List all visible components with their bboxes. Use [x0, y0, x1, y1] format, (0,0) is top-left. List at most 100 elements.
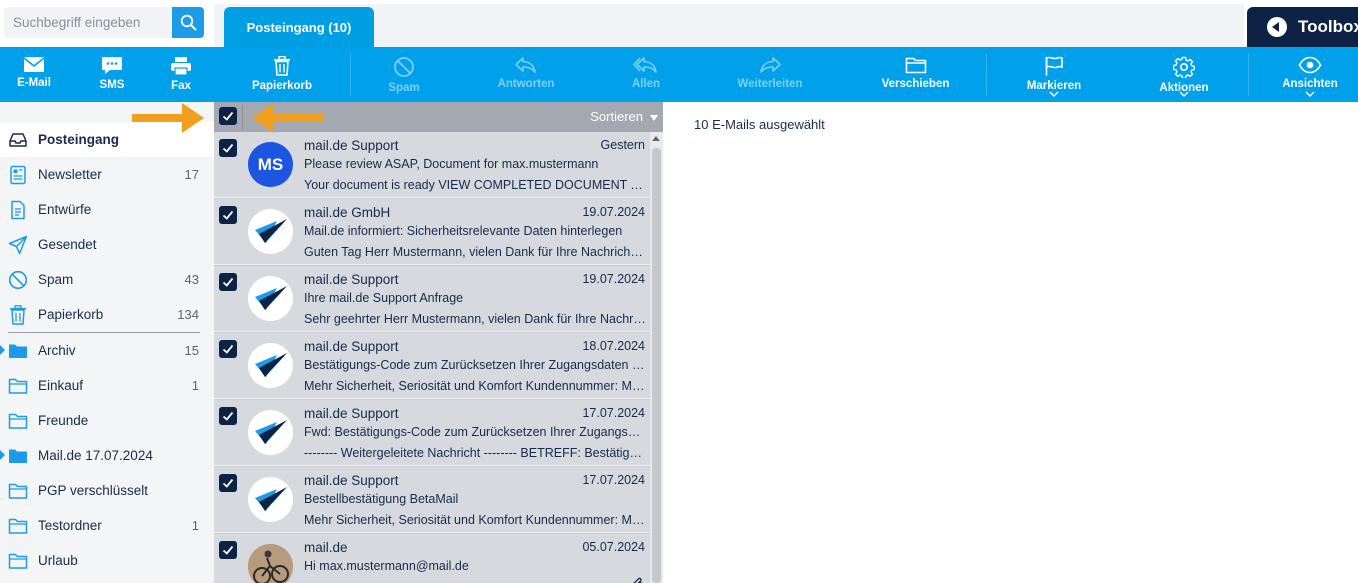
- reply-all-button[interactable]: Allen: [600, 47, 692, 102]
- scrollbar-thumb[interactable]: [652, 148, 661, 583]
- tab-inbox[interactable]: Posteingang (10): [224, 7, 374, 47]
- mail-preview: Sehr geehrter Herr Mustermann, vielen Da…: [304, 312, 646, 326]
- mail-checkbox[interactable]: [219, 474, 237, 492]
- mail-checkbox[interactable]: [219, 541, 237, 559]
- reply-all-icon: [633, 57, 657, 73]
- mail-checkbox[interactable]: [219, 139, 237, 157]
- checkmark-icon: [222, 143, 234, 153]
- toolbar-divider: [350, 53, 351, 96]
- select-all-checkbox[interactable]: [219, 107, 237, 125]
- sidebar-item-pgp[interactable]: PGP verschlüsselt: [0, 473, 214, 508]
- maildotde-logo-icon: [254, 285, 287, 310]
- mail-list: MS mail.de Support Gestern Please review…: [214, 132, 650, 583]
- draft-document-icon: [11, 200, 25, 220]
- folder-icon: [8, 413, 28, 429]
- new-email-button[interactable]: E-Mail: [0, 47, 68, 102]
- folder-sidebar: Posteingang Newsletter 17 Entwürfe Gesen…: [0, 102, 214, 583]
- mail-sender: mail.de GmbH: [304, 205, 391, 220]
- avatar: [248, 209, 293, 254]
- sidebar-item-count: 43: [184, 272, 199, 287]
- sidebar-item-count: 15: [184, 343, 199, 358]
- sidebar-item-count: 1: [191, 378, 199, 393]
- folder-icon: [905, 57, 926, 74]
- sidebar-item-entwuerfe[interactable]: Entwürfe: [0, 192, 214, 227]
- sidebar-item-freunde[interactable]: Freunde: [0, 403, 214, 438]
- spam-button[interactable]: Spam: [360, 47, 448, 102]
- forward-icon: [760, 57, 781, 73]
- mail-row[interactable]: mail.de Support 18.07.2024 Bestätigungs-…: [214, 333, 650, 399]
- reply-button[interactable]: Antworten: [475, 47, 577, 102]
- sidebar-item-archiv[interactable]: Archiv 15: [0, 333, 214, 368]
- folder-filled-icon: [9, 344, 27, 358]
- mail-sender: mail.de Support: [304, 473, 399, 488]
- printer-icon: [171, 57, 191, 76]
- sidebar-item-label: Papierkorb: [38, 307, 104, 322]
- forward-button[interactable]: Weiterleiten: [715, 47, 825, 102]
- search-button[interactable]: [172, 7, 204, 38]
- sidebar-item-newsletter[interactable]: Newsletter 17: [0, 157, 214, 192]
- mail-sender: mail.de Support: [304, 406, 399, 421]
- maildotde-logo-icon: [254, 419, 287, 444]
- sidebar-item-label: Freunde: [38, 413, 89, 428]
- checkmark-icon: [222, 344, 234, 354]
- paperclip-icon: [633, 577, 642, 583]
- chevron-down-icon: [1305, 91, 1315, 97]
- sidebar-item-maildefolder[interactable]: Mail.de 17.07.2024: [0, 438, 214, 473]
- mail-preview: Guten Tag Herr Mustermann, vielen Dank f…: [304, 245, 646, 259]
- sort-dropdown[interactable]: Sortieren: [560, 109, 658, 124]
- toolbox-button[interactable]: Toolbox: [1247, 7, 1358, 47]
- mail-date: 19.07.2024: [582, 205, 645, 219]
- sidebar-item-urlaub[interactable]: Urlaub: [0, 543, 214, 578]
- mail-row[interactable]: mail.de Support 19.07.2024 Ihre mail.de …: [214, 266, 650, 332]
- fax-button[interactable]: Fax: [147, 47, 215, 102]
- mail-row[interactable]: mail.de GmbH 19.07.2024 Mail.de informie…: [214, 199, 650, 265]
- envelope-icon: [23, 57, 45, 72]
- mail-preview: -------- Weitergeleitete Nachricht -----…: [304, 446, 646, 460]
- move-button[interactable]: Verschieben: [858, 47, 973, 102]
- flag-icon: [1045, 56, 1063, 76]
- sidebar-item-einkauf[interactable]: Einkauf 1: [0, 368, 214, 403]
- sidebar-item-label: Archiv: [38, 343, 76, 358]
- mail-checkbox[interactable]: [219, 206, 237, 224]
- actions-button[interactable]: Aktionen: [1130, 47, 1238, 102]
- sidebar-item-papierkorb[interactable]: Papierkorb 134: [0, 297, 214, 332]
- header-divider: [242, 105, 243, 129]
- cyclist-photo-icon: [248, 544, 293, 583]
- reply-label: Antworten: [497, 78, 555, 90]
- sms-label: SMS: [99, 79, 125, 91]
- views-button[interactable]: Ansichten: [1262, 47, 1358, 102]
- mail-checkbox[interactable]: [219, 340, 237, 358]
- maildotde-logo-icon: [254, 218, 287, 243]
- mail-date: 19.07.2024: [582, 272, 645, 286]
- forward-label: Weiterleiten: [737, 78, 803, 90]
- mail-row[interactable]: mail.de 05.07.2024 Hi max.mustermann@mai…: [214, 534, 650, 583]
- avatar: [248, 343, 293, 388]
- mail-row[interactable]: mail.de Support 17.07.2024 Bestellbestät…: [214, 467, 650, 533]
- sidebar-item-spam[interactable]: Spam 43: [0, 262, 214, 297]
- flag-button[interactable]: Markieren: [1000, 47, 1108, 102]
- move-label: Verschieben: [881, 78, 950, 90]
- expand-arrow-icon[interactable]: [0, 345, 5, 355]
- mail-row[interactable]: MS mail.de Support Gestern Please review…: [214, 132, 650, 198]
- mail-row[interactable]: mail.de Support 17.07.2024 Fwd: Bestätig…: [214, 400, 650, 466]
- annotation-arrow-left-icon: [252, 103, 324, 133]
- paper-plane-icon: [8, 235, 28, 255]
- mail-subject: Ihre mail.de Support Anfrage: [304, 291, 464, 305]
- sidebar-item-testordner[interactable]: Testordner 1: [0, 508, 214, 543]
- search-icon: [180, 14, 196, 31]
- mail-preview: Mehr Sicherheit, Seriosität und Komfort …: [304, 513, 646, 527]
- trash-icon: [10, 305, 26, 325]
- sidebar-item-label: Mail.de 17.07.2024: [38, 448, 153, 463]
- mail-checkbox[interactable]: [219, 407, 237, 425]
- mail-checkbox[interactable]: [219, 273, 237, 291]
- trash-button[interactable]: Papierkorb: [228, 47, 336, 102]
- mail-sender: mail.de Support: [304, 272, 399, 287]
- scroll-up-arrow-icon[interactable]: [652, 136, 660, 141]
- sidebar-item-gesendet[interactable]: Gesendet: [0, 227, 214, 262]
- avatar: MS: [248, 142, 293, 187]
- sidebar-item-count: 17: [184, 167, 199, 182]
- search-input[interactable]: [4, 7, 172, 38]
- sms-button[interactable]: SMS: [78, 47, 146, 102]
- expand-arrow-icon[interactable]: [0, 450, 5, 460]
- reply-icon: [515, 57, 536, 73]
